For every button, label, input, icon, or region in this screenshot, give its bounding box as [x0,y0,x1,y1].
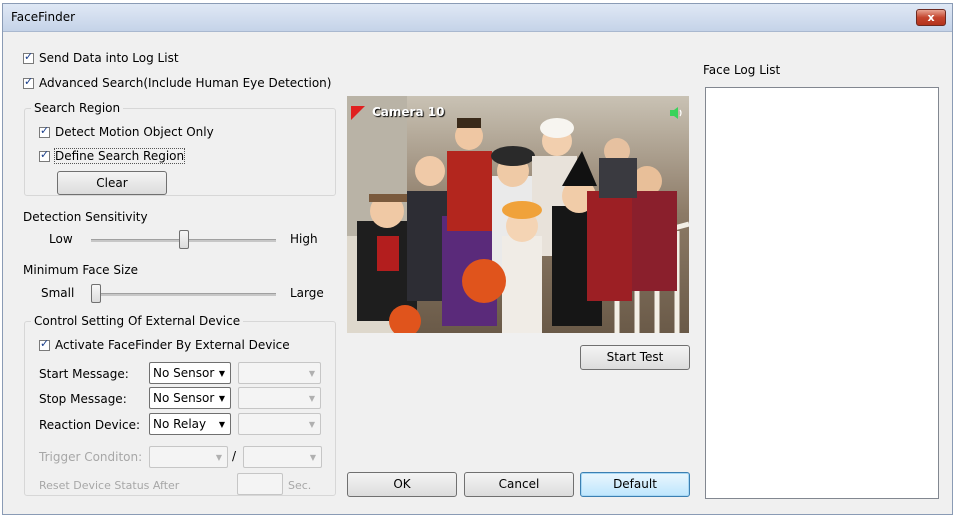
start-message-label: Start Message: [39,367,129,381]
reset-seconds-input[interactable] [237,473,283,495]
sensitivity-high-label: High [290,232,318,246]
chevron-down-icon: ▼ [218,420,225,429]
start-message-detail-select[interactable]: ▼ [238,362,321,384]
stop-message-select[interactable]: No Sensor ▼ [149,387,231,409]
checkbox-checked-icon [39,124,50,138]
face-size-small-label: Small [41,286,75,300]
stop-message-label: Stop Message: [39,392,127,406]
checkbox-checked-icon [23,50,34,64]
checkbox-checked-icon [39,337,50,351]
trigger-condition-detail-select[interactable]: ▼ [243,446,322,468]
activate-external-checkbox[interactable]: Activate FaceFinder By External Device [39,337,290,352]
ok-button[interactable]: OK [347,472,457,497]
detect-motion-checkbox[interactable]: Detect Motion Object Only [39,124,214,139]
sensitivity-title: Detection Sensitivity [23,210,148,224]
reset-device-label: Reset Device Status After [39,479,180,492]
chevron-down-icon: ▼ [218,369,225,378]
facefinder-window: FaceFinder x Send Data into Log List Adv… [2,3,953,515]
camera-preview[interactable]: Camera 10 [347,96,689,333]
face-log-title: Face Log List [703,63,781,77]
speaker-icon [670,107,682,119]
stop-message-detail-select[interactable]: ▼ [238,387,321,409]
close-button[interactable]: x [916,9,946,26]
face-log-list[interactable] [705,87,939,499]
title-bar: FaceFinder x [3,4,952,32]
external-device-title: Control Setting Of External Device [31,314,244,328]
chevron-down-icon: ▼ [308,420,315,429]
start-test-button[interactable]: Start Test [580,345,690,370]
face-size-slider-track[interactable] [91,293,276,296]
chevron-down-icon: ▼ [309,453,316,462]
reaction-device-select[interactable]: No Relay ▼ [149,413,231,435]
sensitivity-low-label: Low [49,232,73,246]
trigger-condition-label: Trigger Conditon: [39,450,143,464]
face-size-large-label: Large [290,286,324,300]
reaction-device-detail-select[interactable]: ▼ [238,413,321,435]
trigger-separator: / [232,449,237,463]
chevron-down-icon: ▼ [218,394,225,403]
define-region-checkbox[interactable]: Define Search Region [39,148,186,164]
face-size-title: Minimum Face Size [23,263,139,277]
chevron-down-icon: ▼ [308,394,315,403]
face-size-slider-thumb[interactable] [91,284,101,303]
clear-button[interactable]: Clear [57,171,167,195]
checkbox-checked-icon [23,75,34,89]
cancel-button[interactable]: Cancel [464,472,574,497]
sensitivity-slider-thumb[interactable] [178,230,189,249]
search-region-title: Search Region [31,101,124,115]
reaction-device-label: Reaction Device: [39,418,141,432]
trigger-condition-select[interactable]: ▼ [149,446,228,468]
advanced-search-checkbox[interactable]: Advanced Search(Include Human Eye Detect… [23,75,331,90]
start-message-select[interactable]: No Sensor ▼ [149,362,231,384]
external-device-group: Control Setting Of External Device Activ… [24,314,336,496]
camera-marker-icon [351,106,365,120]
chevron-down-icon: ▼ [308,369,315,378]
search-region-group: Search Region Detect Motion Object Only … [24,101,336,196]
default-button[interactable]: Default [580,472,690,497]
seconds-unit-label: Sec. [288,479,312,492]
dialog-body: Send Data into Log List Advanced Search(… [3,32,952,514]
send-data-checkbox[interactable]: Send Data into Log List [23,50,179,65]
camera-preview-image [347,96,689,333]
window-title: FaceFinder [11,10,76,24]
chevron-down-icon: ▼ [215,453,222,462]
camera-label: Camera 10 [372,105,445,119]
checkbox-checked-icon [39,148,50,162]
